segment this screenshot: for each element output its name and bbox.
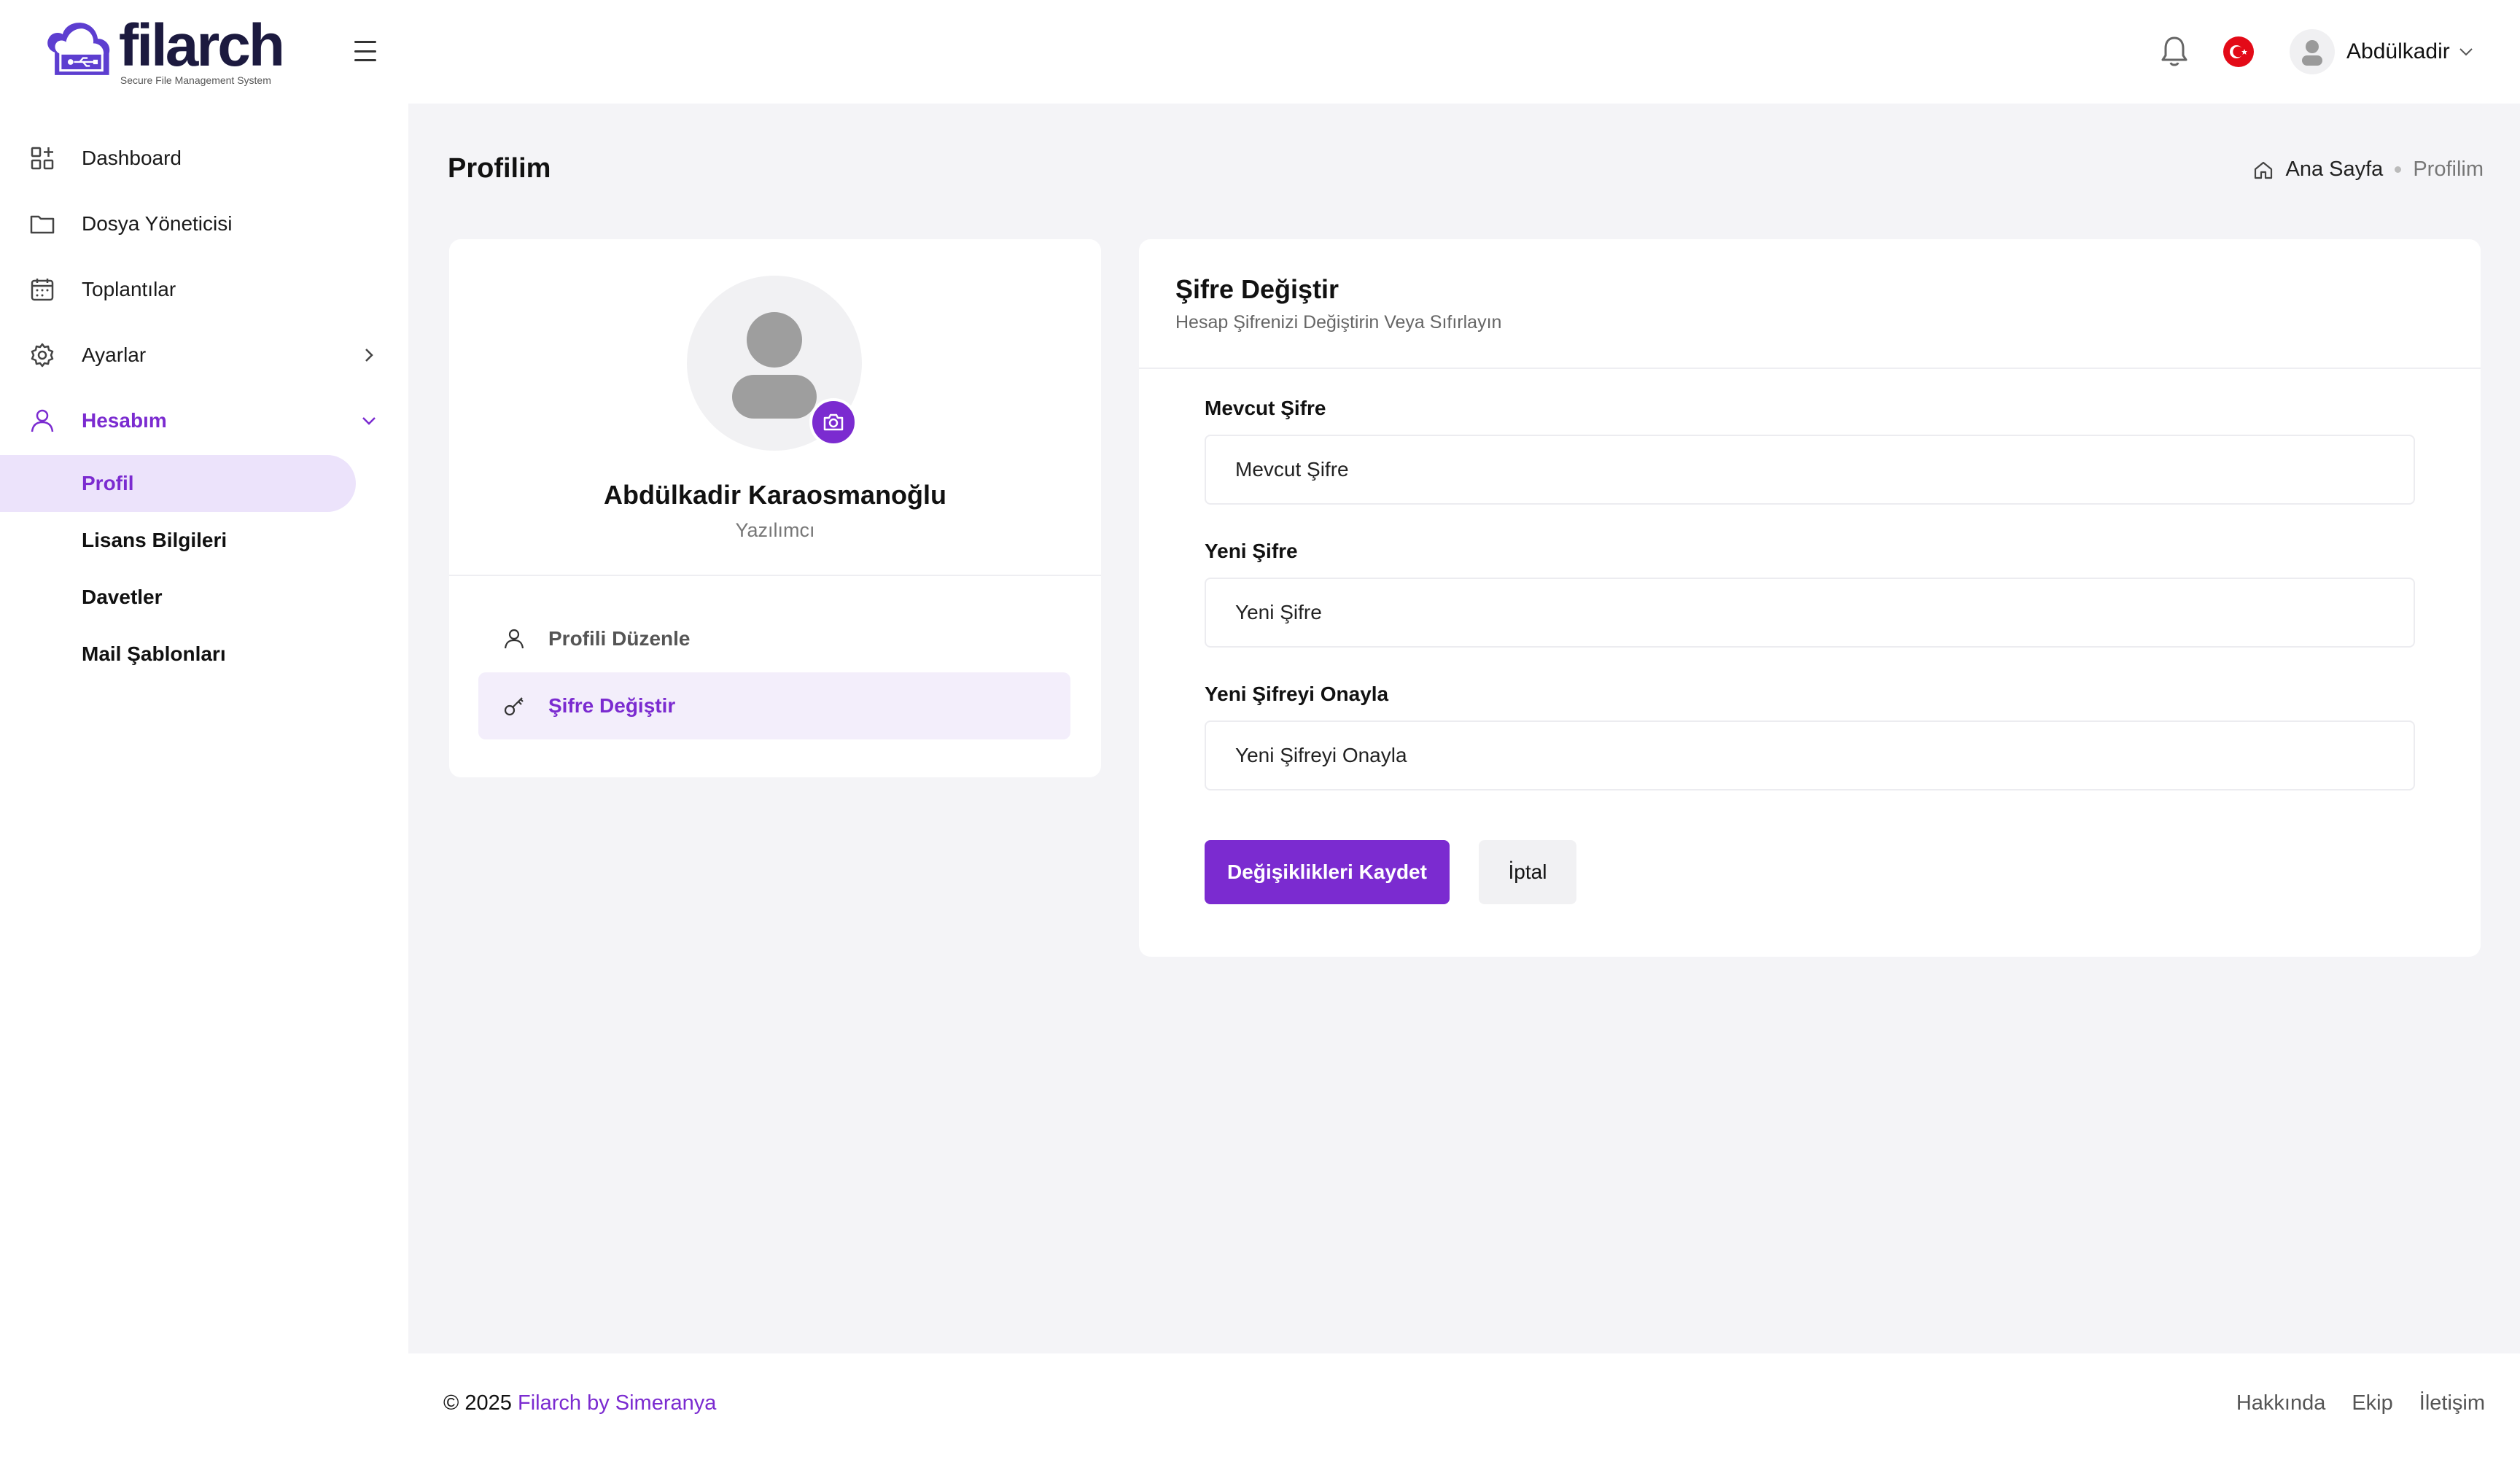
sidebar-subitem-invitations[interactable]: Davetler	[0, 569, 356, 626]
breadcrumb-home-link[interactable]: Ana Sayfa	[2286, 158, 2384, 182]
user-menu[interactable]: Abdülkadir	[2290, 29, 2475, 74]
edit-profile-tab[interactable]: Profili Düzenle	[478, 605, 1070, 672]
confirm-password-label: Yeni Şifreyi Onayla	[1205, 683, 1389, 705]
page-title: Profilim	[448, 153, 551, 184]
top-header: filarch Secure File Management System Ab…	[0, 0, 2520, 104]
sidebar-item-settings[interactable]: Ayarlar	[0, 330, 373, 381]
key-icon	[504, 697, 524, 716]
bell-icon[interactable]	[2158, 34, 2190, 69]
sidebar-subitem-label: Mail Şablonları	[82, 642, 226, 665]
change-password-card: Şifre Değiştir Hesap Şifrenizi Değiştiri…	[1139, 239, 2481, 957]
breadcrumb-separator	[2395, 166, 2402, 173]
edit-profile-label: Profili Düzenle	[548, 627, 691, 650]
chevron-right-icon	[365, 349, 373, 362]
avatar	[2290, 29, 2335, 74]
new-password-label: Yeni Şifre	[1205, 540, 1298, 562]
dashboard-grid-icon	[31, 147, 54, 170]
brand-tagline: Secure File Management System	[120, 74, 271, 86]
brand-logo[interactable]: filarch Secure File Management System	[42, 12, 285, 92]
sidebar-subitem-label: Davetler	[82, 586, 163, 608]
sidebar-item-meetings[interactable]: Toplantılar	[0, 264, 365, 315]
sidebar-item-label: Dosya Yöneticisi	[82, 212, 233, 235]
cloud-usb-logo-icon	[47, 23, 110, 75]
cancel-button[interactable]: İptal	[1479, 840, 1576, 904]
footer-link-team[interactable]: Ekip	[2352, 1391, 2392, 1415]
user-name: Abdülkadir	[2346, 39, 2450, 63]
sidebar-item-label: Ayarlar	[82, 343, 147, 366]
current-password-input[interactable]	[1205, 435, 2415, 505]
company-link[interactable]: Filarch by Simeranya	[518, 1391, 716, 1415]
hamburger-menu-icon[interactable]	[354, 41, 376, 61]
chevron-down-icon	[2459, 48, 2473, 56]
footer-link-about[interactable]: Hakkında	[2236, 1391, 2326, 1415]
current-password-label: Mevcut Şifre	[1205, 397, 1326, 419]
sidebar-item-account[interactable]: Hesabım	[0, 395, 376, 446]
change-photo-button[interactable]	[809, 398, 858, 446]
sidebar-item-label: Hesabım	[82, 409, 167, 432]
breadcrumb-current: Profilim	[2413, 158, 2484, 181]
profile-role: Yazılımcı	[735, 519, 815, 541]
brand-text: filarch Secure File Management System	[118, 12, 285, 87]
sidebar-item-dashboard[interactable]: Dashboard	[0, 133, 365, 184]
gear-icon	[31, 343, 54, 368]
sidebar-subitem-license[interactable]: Lisans Bilgileri	[0, 512, 356, 569]
sidebar-subitem-profile[interactable]: Profil	[0, 455, 356, 512]
turkey-flag-icon[interactable]	[2223, 36, 2254, 67]
footer: © 2025 Filarch by Simeranya Hakkında Eki…	[408, 1353, 2520, 1457]
camera-icon	[823, 413, 844, 431]
profile-name: Abdülkadir Karaosmanoğlu	[603, 480, 947, 510]
chevron-down-icon	[362, 417, 376, 425]
sidebar-subitem-label: Profil	[82, 472, 134, 494]
new-password-input[interactable]	[1205, 578, 2415, 648]
profile-card: Abdülkadir Karaosmanoğlu Yazılımcı Profi…	[449, 239, 1101, 777]
change-password-tab[interactable]: Şifre Değiştir	[478, 672, 1070, 739]
user-icon	[504, 629, 524, 649]
folder-icon	[30, 215, 55, 234]
calendar-icon	[31, 279, 54, 301]
sidebar-item-label: Dashboard	[82, 147, 182, 169]
form-subtitle: Hesap Şifrenizi Değiştirin Veya Sıfırlay…	[1175, 312, 1502, 333]
footer-link-contact[interactable]: İletişim	[2419, 1391, 2485, 1415]
sidebar-subitem-mail-templates[interactable]: Mail Şablonları	[0, 626, 356, 683]
breadcrumb: Ana Sayfa Profilim	[2252, 158, 2484, 182]
save-changes-button[interactable]: Değişiklikleri Kaydet	[1205, 840, 1450, 904]
brand-name: filarch	[118, 12, 285, 79]
sidebar-item-file-manager[interactable]: Dosya Yöneticisi	[0, 198, 365, 249]
user-icon	[31, 409, 54, 432]
copyright: © 2025 Filarch by Simeranya	[443, 1391, 716, 1415]
divider	[1139, 368, 2481, 369]
sidebar: Dashboard Dosya Yöneticisi Toplantılar A…	[0, 104, 408, 1457]
sidebar-item-label: Toplantılar	[82, 278, 176, 300]
footer-links: Hakkında Ekip İletişim	[2210, 1391, 2485, 1415]
sidebar-subitem-label: Lisans Bilgileri	[82, 529, 228, 551]
confirm-password-input[interactable]	[1205, 720, 2415, 790]
home-icon[interactable]	[2252, 159, 2274, 181]
divider	[449, 575, 1101, 576]
form-title: Şifre Değiştir	[1175, 274, 1339, 304]
copyright-prefix: © 2025	[443, 1391, 518, 1415]
change-password-label: Şifre Değiştir	[548, 694, 676, 717]
